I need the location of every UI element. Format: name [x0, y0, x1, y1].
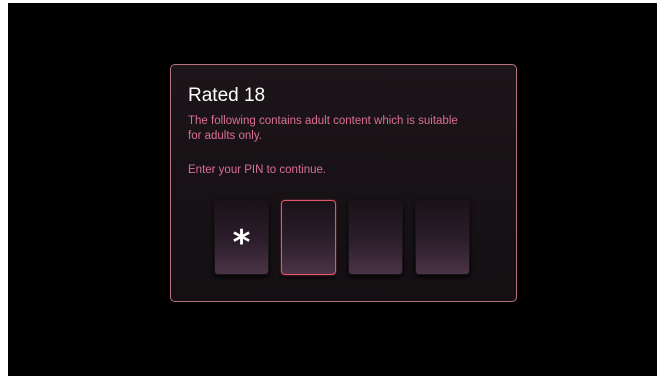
rating-dialog: Rated 18 The following contains adult co…: [170, 64, 517, 302]
dialog-title: Rated 18: [188, 85, 266, 106]
pin-entry: *: [214, 200, 474, 277]
dialog-message: The following contains adult content whi…: [188, 115, 458, 142]
pin-digit-3[interactable]: [348, 200, 403, 275]
pin-prompt: Enter your PIN to continue.: [188, 164, 327, 176]
pin-digit-4[interactable]: [415, 200, 470, 275]
pin-digit-1-value: *: [232, 222, 251, 263]
screen: Rated 18 The following contains adult co…: [8, 3, 657, 376]
pin-digit-2[interactable]: [281, 200, 336, 275]
pin-digit-1[interactable]: *: [214, 200, 269, 275]
